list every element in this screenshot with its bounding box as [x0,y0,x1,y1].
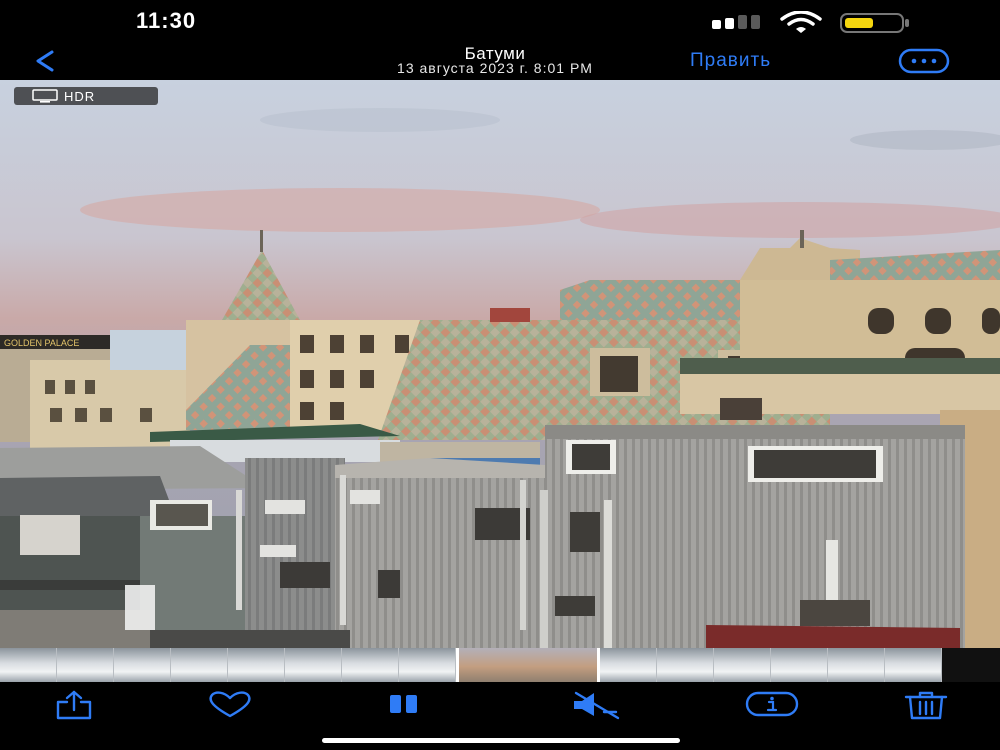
filmstrip-thumbnail[interactable] [714,648,771,682]
home-indicator[interactable] [322,738,680,743]
cellular-signal-icon [712,15,760,29]
heart-icon [209,691,251,718]
filmstrip-thumbnail-current[interactable] [456,648,600,682]
mute-button[interactable] [568,690,624,720]
pause-button[interactable] [376,690,432,720]
filmstrip-thumbnail[interactable] [828,648,885,682]
filmstrip-thumbnail[interactable] [600,648,657,682]
pause-icon [390,695,417,713]
filmstrip-thumbnail[interactable] [57,648,114,682]
filmstrip-thumbnail[interactable] [0,648,57,682]
filmstrip-thumbnail[interactable] [285,648,342,682]
filmstrip-thumbnail[interactable] [171,648,228,682]
hdr-label: HDR [64,88,96,104]
speaker-muted-icon [574,691,620,720]
filmstrip-thumbnail[interactable] [399,648,456,682]
battery-icon [840,13,909,33]
filmstrip-thumbnail[interactable] [228,648,285,682]
status-time: 11:30 [136,8,197,33]
wifi-icon [780,11,822,33]
filmstrip-thumbnail[interactable] [657,648,714,682]
city-photo: GOLDEN PALACE [0,80,1000,648]
photo-date: 13 августа 2023 г. 8:01 PM [397,60,593,76]
share-button[interactable] [46,690,102,720]
more-button[interactable] [898,48,950,74]
filmstrip-thumbnail[interactable] [342,648,399,682]
hdr-badge[interactable]: HDR [14,87,158,105]
share-icon [56,690,92,720]
filmstrip[interactable] [0,648,1000,682]
golden-palace-sign: GOLDEN PALACE [4,338,79,348]
filmstrip-thumbnail[interactable] [114,648,171,682]
edit-button[interactable]: Править [690,50,771,72]
info-icon [745,691,799,717]
display-icon [32,89,58,103]
status-bar: 11:30 [0,0,1000,44]
photo-viewer[interactable]: GOLDEN PALACE HDR [0,80,1000,648]
delete-button[interactable] [898,690,954,720]
back-button[interactable] [28,46,62,76]
filmstrip-thumbnail[interactable] [885,648,942,682]
favorite-button[interactable] [202,690,258,720]
trash-icon [904,691,948,720]
filmstrip-thumbnail[interactable] [771,648,828,682]
ellipsis-circle-icon [898,48,950,74]
nav-bar: Батуми 13 августа 2023 г. 8:01 PM Правит… [0,44,1000,80]
chevron-left-icon [36,50,54,72]
info-button[interactable] [744,690,800,720]
